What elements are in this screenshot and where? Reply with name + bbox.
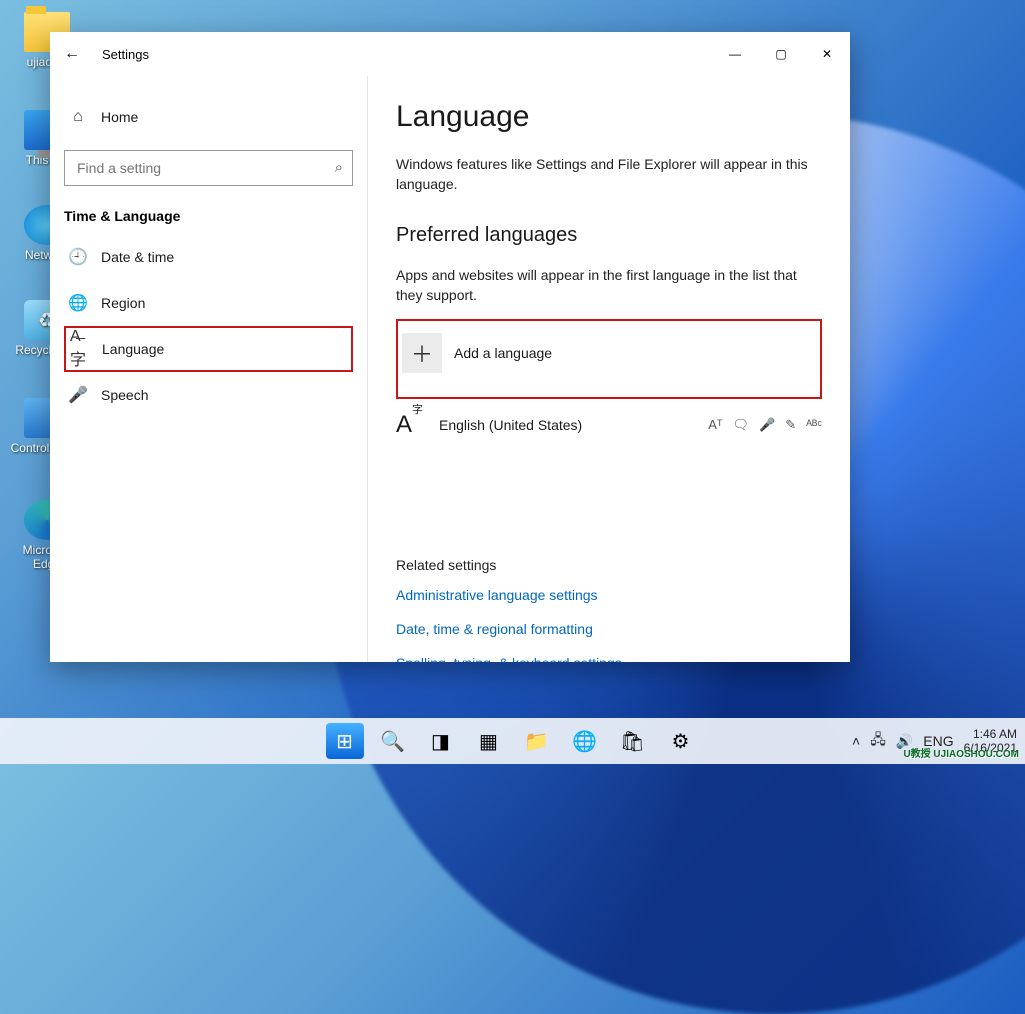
link-spelling-typing-keyboard[interactable]: Spelling, typing, & keyboard settings <box>396 655 822 662</box>
search-input[interactable] <box>64 150 353 186</box>
sidebar-item-label: Region <box>101 295 145 311</box>
clock-time: 1:46 AM <box>964 727 1017 741</box>
home-icon: ⌂ <box>69 108 87 126</box>
sidebar-item-region[interactable]: 🌐 Region <box>64 280 353 326</box>
handwriting-icon: ✎ <box>785 417 796 433</box>
settings-window: ← Settings — ▢ ✕ ⌂ Home ⌕ Time & Languag… <box>50 32 850 662</box>
language-feature-icons: Aᵀ 🗨 🎤 ✎ ᴬᴮᶜ <box>708 417 822 433</box>
content-area: Language Windows features like Settings … <box>368 76 850 662</box>
tray-chevron-icon[interactable]: ˄ <box>852 733 860 749</box>
sidebar-item-home[interactable]: ⌂ Home <box>64 94 353 140</box>
watermark: U教授 UJIAOSHOU.COM <box>903 745 1019 760</box>
file-explorer-icon[interactable]: 📁 <box>518 723 556 759</box>
add-language-label: Add a language <box>454 345 552 361</box>
globe-icon: 🌐 <box>69 294 87 312</box>
sidebar-item-language[interactable]: A̶字 Language <box>64 326 353 372</box>
taskbar: ⊞ 🔍 ◨ ▦ 📁 🌐 🛍 ⚙ ˄ 🖧 🔊 ENG 1:46 AM 6/16/2… <box>0 718 1025 764</box>
page-title: Language <box>396 100 822 134</box>
sidebar-item-label: Home <box>101 109 138 125</box>
titlebar: ← Settings — ▢ ✕ <box>50 32 850 76</box>
add-language-button[interactable]: ＋ Add a language <box>396 319 822 399</box>
language-glyph-icon: A字 <box>396 413 423 437</box>
text-to-speech-icon: 🗨 <box>733 417 750 433</box>
sidebar-item-label: Language <box>102 341 164 357</box>
preferred-languages-description: Apps and websites will appear in the fir… <box>396 265 822 305</box>
start-button[interactable]: ⊞ <box>326 723 364 759</box>
speech-recognition-icon: 🎤 <box>759 417 775 433</box>
calendar-clock-icon: 🕘 <box>69 248 87 266</box>
sidebar-item-date-time[interactable]: 🕘 Date & time <box>64 234 353 280</box>
task-view-icon[interactable]: ◨ <box>422 723 460 759</box>
taskbar-edge-icon[interactable]: 🌐 <box>566 723 604 759</box>
sidebar-group-time-language: Time & Language <box>64 208 353 224</box>
search-wrap: ⌕ <box>64 150 353 186</box>
widgets-icon[interactable]: ▦ <box>470 723 508 759</box>
language-icon: A̶字 <box>70 340 88 358</box>
microphone-icon: 🎤 <box>69 386 87 404</box>
close-button[interactable]: ✕ <box>804 32 850 76</box>
display-language-icon: Aᵀ <box>708 417 722 433</box>
plus-icon: ＋ <box>402 333 442 373</box>
related-settings-heading: Related settings <box>396 557 822 573</box>
search-icon: ⌕ <box>335 159 343 176</box>
link-admin-language-settings[interactable]: Administrative language settings <box>396 587 822 603</box>
language-item[interactable]: A字 English (United States) Aᵀ 🗨 🎤 ✎ ᴬᴮᶜ <box>396 413 822 437</box>
preferred-languages-heading: Preferred languages <box>396 224 822 247</box>
sidebar-item-speech[interactable]: 🎤 Speech <box>64 372 353 418</box>
maximize-button[interactable]: ▢ <box>758 32 804 76</box>
page-description: Windows features like Settings and File … <box>396 154 822 194</box>
settings-icon[interactable]: ⚙ <box>662 723 700 759</box>
minimize-button[interactable]: — <box>712 32 758 76</box>
sidebar-item-label: Speech <box>101 387 148 403</box>
back-button[interactable]: ← <box>64 45 80 63</box>
window-title: Settings <box>102 47 149 62</box>
language-name: English (United States) <box>439 417 582 433</box>
spellcheck-icon: ᴬᴮᶜ <box>806 417 822 433</box>
sidebar: ⌂ Home ⌕ Time & Language 🕘 Date & time 🌐… <box>50 76 368 662</box>
network-tray-icon[interactable]: 🖧 <box>870 729 886 753</box>
window-controls: — ▢ ✕ <box>712 32 850 76</box>
taskbar-search-icon[interactable]: 🔍 <box>374 723 412 759</box>
link-date-time-regional[interactable]: Date, time & regional formatting <box>396 621 822 637</box>
taskbar-center: ⊞ 🔍 ◨ ▦ 📁 🌐 🛍 ⚙ <box>326 723 700 759</box>
store-icon[interactable]: 🛍 <box>614 723 652 759</box>
sidebar-item-label: Date & time <box>101 249 174 265</box>
